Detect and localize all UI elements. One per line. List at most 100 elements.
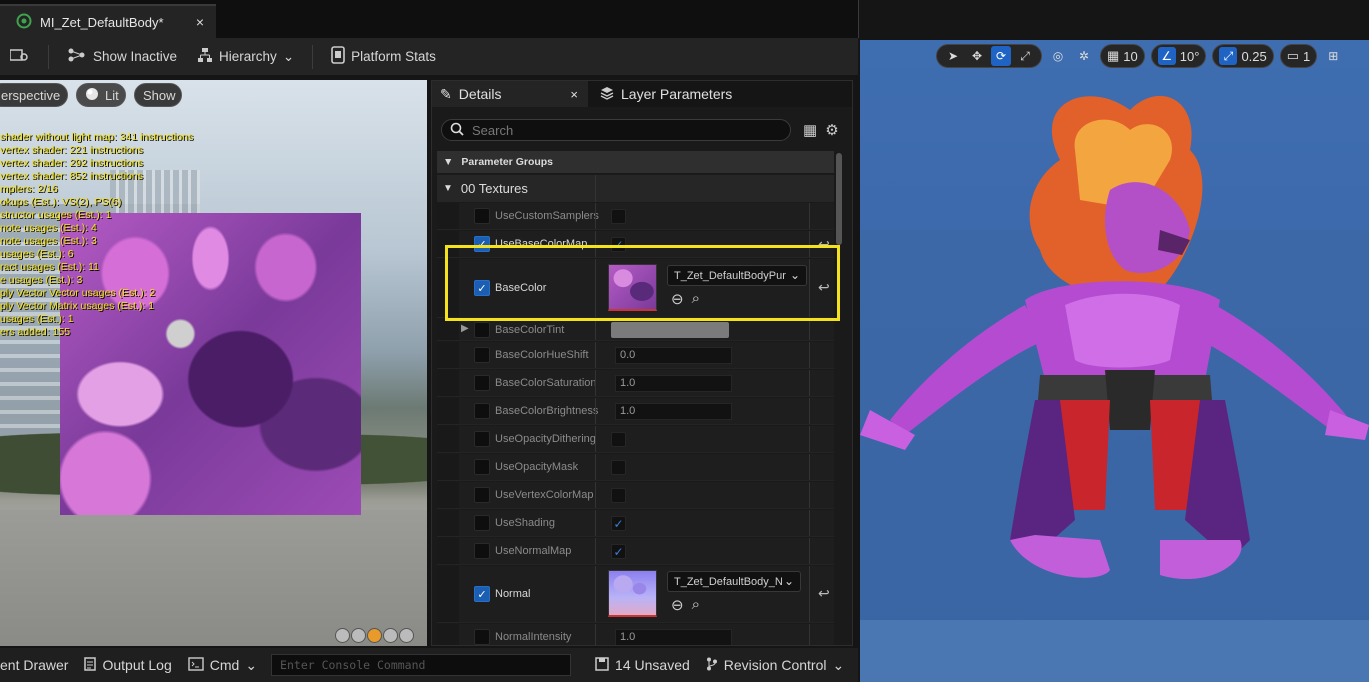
- platform-stats-label: Platform Stats: [351, 49, 436, 64]
- close-details-tab-icon[interactable]: ×: [570, 87, 578, 102]
- surface-snap-icon[interactable]: ✲: [1074, 46, 1094, 66]
- unsaved-button[interactable]: 14 Unsaved: [587, 648, 698, 682]
- numeric-field[interactable]: 1.0: [615, 629, 732, 645]
- param-label: UseCustomSamplers: [495, 210, 599, 222]
- revision-control-dropdown[interactable]: Revision Control ⌄: [698, 648, 852, 682]
- override-checkbox[interactable]: [474, 487, 490, 503]
- override-checkbox[interactable]: [474, 322, 490, 338]
- content-drawer-button[interactable]: ent Drawer: [0, 648, 76, 682]
- override-checkbox[interactable]: [474, 403, 490, 419]
- select-arrow-icon[interactable]: ➤: [943, 46, 963, 66]
- document-tab[interactable]: MI_Zet_DefaultBody* ×: [0, 4, 216, 38]
- override-checkbox[interactable]: ✓: [474, 236, 490, 252]
- override-checkbox[interactable]: [474, 375, 490, 391]
- value-checkbox[interactable]: [611, 209, 626, 224]
- override-checkbox[interactable]: ✓: [474, 586, 490, 602]
- rotation-snap-toggle[interactable]: ∠ 10°: [1150, 44, 1207, 68]
- save-icon: [595, 656, 609, 674]
- asset-picker-dropdown[interactable]: T_Zet_DefaultBodyPur ⌄: [667, 265, 807, 286]
- value-checkbox[interactable]: [611, 432, 626, 447]
- cmd-dropdown[interactable]: Cmd ⌄: [180, 648, 265, 682]
- numeric-field[interactable]: 1.0: [615, 375, 732, 392]
- override-checkbox[interactable]: [474, 515, 490, 531]
- override-checkbox[interactable]: [474, 347, 490, 363]
- texture-thumbnail[interactable]: [608, 570, 657, 617]
- camera-speed-button[interactable]: ▭ 1: [1279, 44, 1318, 68]
- close-tab-icon[interactable]: ×: [196, 14, 204, 30]
- folder-search-icon: [9, 46, 30, 67]
- expand-arrow-icon[interactable]: ▶: [461, 323, 469, 334]
- override-checkbox[interactable]: [474, 208, 490, 224]
- override-checkbox[interactable]: [474, 459, 490, 475]
- value-checkbox[interactable]: ✓: [611, 237, 626, 252]
- row-indent: [437, 566, 459, 622]
- gear-icon[interactable]: ⚙: [825, 121, 838, 139]
- asset-picker-dropdown[interactable]: T_Zet_DefaultBody_N ⌄: [667, 571, 801, 592]
- stats-line: structor usages (Est.): 1: [0, 209, 112, 221]
- level-viewport[interactable]: [860, 40, 1369, 682]
- show-inactive-button[interactable]: Show Inactive: [57, 38, 187, 75]
- hierarchy-dropdown[interactable]: Hierarchy ⌄: [187, 38, 304, 75]
- perspective-button[interactable]: erspective: [0, 83, 68, 107]
- browse-asset-button[interactable]: [0, 38, 40, 75]
- grid-snap-toggle[interactable]: ▦ 10: [1100, 44, 1145, 68]
- details-scrollbar[interactable]: [836, 153, 842, 245]
- value-checkbox[interactable]: ✓: [611, 516, 626, 531]
- preview-viewport[interactable]: shader without light map: 341 instructio…: [0, 80, 427, 646]
- override-checkbox[interactable]: ✓: [474, 280, 490, 296]
- stats-line: usages (Est.): 6: [0, 248, 74, 260]
- value-checkbox[interactable]: ✓: [611, 544, 626, 559]
- lit-button[interactable]: Lit: [76, 83, 126, 107]
- viewport-layout-icon[interactable]: ⊞: [1323, 46, 1343, 66]
- override-checkbox[interactable]: [474, 543, 490, 559]
- tab-details[interactable]: ✎ Details ×: [432, 81, 588, 107]
- use-selected-asset-icon[interactable]: ⊖: [671, 596, 684, 614]
- table-view-icon[interactable]: ▦: [803, 121, 817, 139]
- search-input[interactable]: Search: [441, 119, 791, 141]
- browse-asset-icon[interactable]: ⌕: [692, 290, 700, 308]
- parameter-groups-label: Parameter Groups: [461, 156, 554, 168]
- color-swatch[interactable]: [611, 322, 729, 338]
- stats-line: ply Vector Matrix usages (Est.): 1: [0, 300, 155, 312]
- world-space-icon[interactable]: ◎: [1048, 46, 1068, 66]
- reset-to-default-icon[interactable]: ↩: [818, 585, 830, 602]
- cylinder-shape-icon[interactable]: [335, 628, 350, 643]
- override-checkbox[interactable]: [474, 629, 490, 645]
- use-selected-asset-icon[interactable]: ⊖: [671, 290, 684, 308]
- value-checkbox[interactable]: [611, 460, 626, 475]
- sphere-shape-icon[interactable]: [351, 628, 366, 643]
- column-divider: [809, 566, 810, 622]
- reset-to-default-icon[interactable]: ↩: [818, 236, 830, 253]
- row-indent: [437, 510, 459, 536]
- texture-thumbnail[interactable]: [608, 264, 657, 311]
- numeric-field[interactable]: 1.0: [615, 403, 732, 420]
- reset-to-default-icon[interactable]: ↩: [818, 279, 830, 296]
- output-log-button[interactable]: Output Log: [76, 648, 179, 682]
- teapot-shape-icon[interactable]: [399, 628, 414, 643]
- stats-line: usages (Est.): 1: [0, 313, 74, 325]
- rotate-tool-icon[interactable]: ⟳: [991, 46, 1011, 66]
- parameter-groups-header[interactable]: ▼ Parameter Groups: [437, 151, 834, 173]
- browse-asset-icon[interactable]: ⌕: [692, 596, 700, 614]
- scale-tool-icon[interactable]: ⤢: [1015, 46, 1035, 66]
- show-button[interactable]: Show: [134, 83, 182, 107]
- scale-snap-toggle[interactable]: ⤢ 0.25: [1212, 44, 1274, 68]
- value-checkbox[interactable]: [611, 488, 626, 503]
- cube-shape-icon[interactable]: [383, 628, 398, 643]
- tab-layer-parameters[interactable]: Layer Parameters: [592, 81, 752, 107]
- row-indent: [437, 203, 459, 229]
- param-row-use-vertex-color-map: UseVertexColorMap: [437, 482, 834, 509]
- stats-line: vertex shader: 221 instructions: [0, 144, 143, 156]
- stats-line: mplers: 2/16: [0, 183, 58, 195]
- console-input[interactable]: Enter Console Command: [271, 654, 572, 676]
- platform-stats-button[interactable]: Platform Stats: [321, 38, 446, 75]
- row-indent: [437, 454, 459, 480]
- content-drawer-label: ent Drawer: [0, 657, 69, 673]
- param-label: BaseColor: [495, 282, 547, 294]
- param-label: UseVertexColorMap: [495, 489, 594, 501]
- category-textures[interactable]: ▼ 00 Textures: [437, 175, 834, 202]
- move-tool-icon[interactable]: ✥: [967, 46, 987, 66]
- override-checkbox[interactable]: [474, 431, 490, 447]
- numeric-field[interactable]: 0.0: [615, 347, 732, 364]
- plane-shape-icon[interactable]: [367, 628, 382, 643]
